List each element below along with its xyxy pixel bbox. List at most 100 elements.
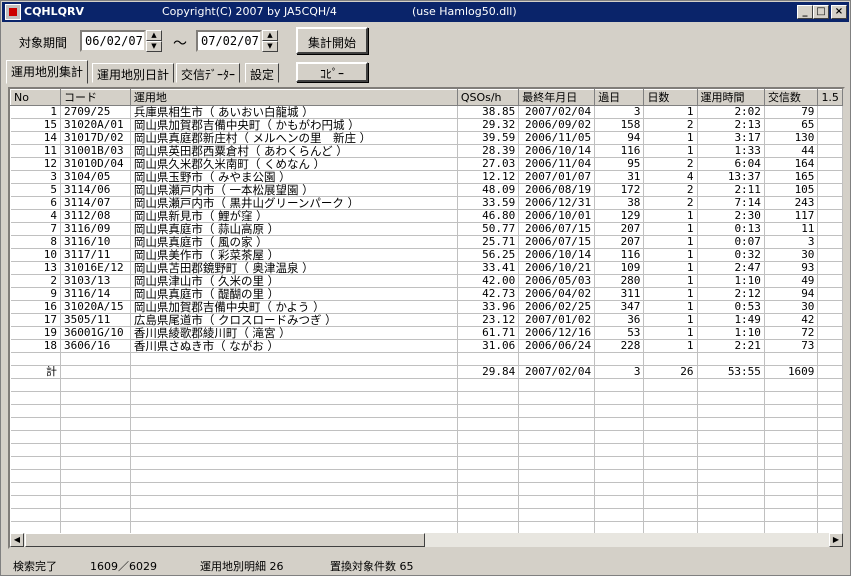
- col-header-code[interactable]: コード: [59, 89, 131, 106]
- empty-cell: [130, 443, 458, 457]
- cell-code: 3117/11: [60, 248, 131, 262]
- scroll-thumb[interactable]: [25, 533, 425, 547]
- horizontal-scrollbar[interactable]: ◀ ▶: [10, 533, 843, 547]
- spin-down-icon[interactable]: ▼: [262, 41, 278, 52]
- table-row[interactable]: 13 31016E/12 岡山県苫田郡鏡野町（ 奥津温泉 ） 33.41 2006/10…: [10, 261, 843, 275]
- maximize-button[interactable]: □: [813, 5, 829, 19]
- header-row: No コード 運用地 QSOs/h 最終年月日 過日 日数 運用時間 交信数 1…: [10, 89, 843, 106]
- spin-down-icon[interactable]: ▼: [146, 41, 162, 52]
- scroll-left-icon[interactable]: ◀: [10, 533, 24, 547]
- empty-cell: [518, 495, 596, 509]
- empty-cell: [817, 456, 843, 470]
- empty-cell: [60, 469, 131, 483]
- empty-cell: [10, 508, 61, 522]
- cell-location: 岡山県真庭郡新庄村（ メルヘンの里 新庄 ）: [130, 131, 458, 145]
- cell-location: 岡山県瀬戸内市（ 一本松展望園 ）: [130, 183, 458, 197]
- cell-last-date: 2007/02/04: [518, 365, 596, 379]
- cell-op-time: 2:47: [697, 261, 765, 275]
- cell-qso-count: 117: [764, 209, 819, 223]
- cell-qso-count: 93: [764, 261, 819, 275]
- cell-days-ago: 95: [594, 157, 645, 171]
- spin-up-icon[interactable]: ▲: [262, 30, 278, 41]
- table-row[interactable]: 18 3606/16 香川県さぬき市（ ながお ） 31.06 2006/06/24 22…: [10, 339, 843, 353]
- scroll-right-icon[interactable]: ▶: [829, 533, 843, 547]
- cell-extra: [817, 287, 843, 301]
- date-from-input[interactable]: 06/02/07: [80, 30, 146, 52]
- summary-grid[interactable]: No コード 運用地 QSOs/h 最終年月日 過日 日数 運用時間 交信数 1…: [8, 87, 845, 549]
- empty-cell: [457, 417, 520, 431]
- cell-code: 3112/08: [60, 209, 131, 223]
- app-icon[interactable]: [5, 4, 21, 20]
- date-to-input[interactable]: 07/02/07: [196, 30, 262, 52]
- cell-op-time: 0:32: [697, 248, 765, 262]
- empty-cell: [697, 482, 765, 496]
- date-from-spinner[interactable]: ▲ ▼: [146, 30, 162, 52]
- col-header-days-ago[interactable]: 過日: [594, 89, 645, 106]
- table-row[interactable]: 6 3114/07 岡山県瀬戸内市（ 黒井山グリーンパーク ） 33.59 2006/1…: [10, 196, 843, 210]
- tab-location-summary[interactable]: 運用地別集計: [6, 60, 89, 84]
- tab-location-daily[interactable]: 運用地別日計: [92, 63, 175, 83]
- cell-qso-rate: 29.32: [457, 118, 520, 132]
- table-row[interactable]: 9 3116/14 岡山県真庭市（ 醍醐の里 ） 42.73 2006/04/02 311…: [10, 287, 843, 301]
- col-header-qso-rate[interactable]: QSOs/h: [456, 89, 520, 106]
- table-row[interactable]: 4 3112/08 岡山県新見市（ 鯉が窪 ） 46.80 2006/10/01 129 1…: [10, 209, 843, 223]
- cell-last-date: 2006/10/01: [518, 209, 596, 223]
- total-row[interactable]: 計 29.84 2007/02/04 3 26 53:55 1609: [10, 365, 843, 379]
- table-row[interactable]: 14 31017D/02 岡山県真庭郡新庄村（ メルヘンの里 新庄 ） 39.59 20…: [10, 131, 843, 145]
- empty-cell: [594, 456, 645, 470]
- table-row[interactable]: 11 31001B/03 岡山県英田郡西粟倉村（ あわくらんど ） 28.39 2006…: [10, 144, 843, 158]
- table-row[interactable]: 7 3116/09 岡山県真庭市（ 蒜山高原 ） 50.77 2006/07/15 207…: [10, 222, 843, 236]
- cell-op-time: 1:10: [697, 326, 765, 340]
- minimize-button[interactable]: _: [797, 5, 813, 19]
- table-row[interactable]: 12 31010D/04 岡山県久米郡久米南町（ くめなん ） 27.03 2006/1…: [10, 157, 843, 171]
- aggregate-button[interactable]: 集計開始: [296, 27, 368, 54]
- cell-days-ago: 116: [594, 144, 645, 158]
- col-header-last-date[interactable]: 最終年月日: [518, 89, 596, 106]
- empty-cell: [643, 443, 698, 457]
- tab-settings[interactable]: 設定: [245, 63, 280, 83]
- cell-extra: [817, 248, 843, 262]
- col-header-no[interactable]: No: [10, 89, 61, 106]
- copy-button[interactable]: ｺﾋﾟｰ: [296, 62, 368, 82]
- close-button[interactable]: ×: [831, 5, 847, 19]
- cell-qso-rate: 12.12: [457, 170, 520, 184]
- cell-op-time: 2:02: [697, 105, 765, 119]
- empty-row: [10, 482, 843, 496]
- cell-location: 岡山県真庭市（ 蒜山高原 ）: [130, 222, 458, 236]
- empty-cell: [594, 404, 645, 418]
- cell-qso-count: 11: [764, 222, 819, 236]
- spin-up-icon[interactable]: ▲: [146, 30, 162, 41]
- cell-days: 1: [643, 261, 698, 275]
- cell-last-date: 2006/07/15: [518, 222, 596, 236]
- table-row[interactable]: 8 3116/10 岡山県真庭市（ 風の家 ） 25.71 2006/07/15 207 1…: [10, 235, 843, 249]
- table-row[interactable]: 5 3114/06 岡山県瀬戸内市（ 一本松展望園 ） 48.09 2006/08/19…: [10, 183, 843, 197]
- table-row[interactable]: 2 3103/13 岡山県津山市（ 久米の里 ） 42.00 2006/05/03 280…: [10, 274, 843, 288]
- table-row[interactable]: 16 31020A/15 岡山県加賀郡吉備中央町（ かよう ） 33.96 2006/0…: [10, 300, 843, 314]
- col-header-qso-count[interactable]: 交信数: [763, 89, 819, 106]
- cell-qso-rate: 27.03: [457, 157, 520, 171]
- empty-cell: [457, 508, 520, 522]
- cell-code: 31001B/03: [60, 144, 131, 158]
- cell-no: 計: [10, 365, 61, 379]
- empty-row: [10, 456, 843, 470]
- tab-qso-data[interactable]: 交信ﾃﾞｰﾀｰ: [176, 63, 241, 83]
- table-row[interactable]: 1 2709/25 兵庫県相生市（ あいおい白龍城 ） 38.85 2007/02/04…: [10, 105, 843, 119]
- cell-no: 14: [10, 131, 61, 145]
- empty-cell: [130, 469, 458, 483]
- date-to-spinner[interactable]: ▲ ▼: [262, 30, 278, 52]
- col-header-days[interactable]: 日数: [643, 89, 698, 106]
- cell-days-ago: 109: [594, 261, 645, 275]
- cell-last-date: 2006/10/14: [518, 144, 596, 158]
- cell-location: 広島県尾道市（ クロスロードみつぎ ）: [130, 313, 458, 327]
- col-header-location[interactable]: 運用地: [129, 89, 458, 106]
- empty-cell: [764, 443, 819, 457]
- table-row[interactable]: 3 3104/05 岡山県玉野市（ みやま公園 ） 12.12 2007/01/07 31…: [10, 170, 843, 184]
- empty-cell: [60, 495, 131, 509]
- table-row[interactable]: 17 3505/11 広島県尾道市（ クロスロードみつぎ ） 23.12 2007/01…: [10, 313, 843, 327]
- table-row[interactable]: 15 31020A/01 岡山県加賀郡吉備中央町（ かもがわ円城 ） 29.32 200…: [10, 118, 843, 132]
- cell-location: 香川県さぬき市（ ながお ）: [130, 339, 458, 353]
- col-header-op-time[interactable]: 運用時間: [696, 89, 765, 106]
- col-header-extra[interactable]: 1.5: [817, 89, 843, 106]
- table-row[interactable]: 19 36001G/10 香川県綾歌郡綾川町（ 滝宮 ） 61.71 2006/12/1…: [10, 326, 843, 340]
- table-row[interactable]: 10 3117/11 岡山県美作市（ 彩菜茶屋 ） 56.25 2006/10/14 11…: [10, 248, 843, 262]
